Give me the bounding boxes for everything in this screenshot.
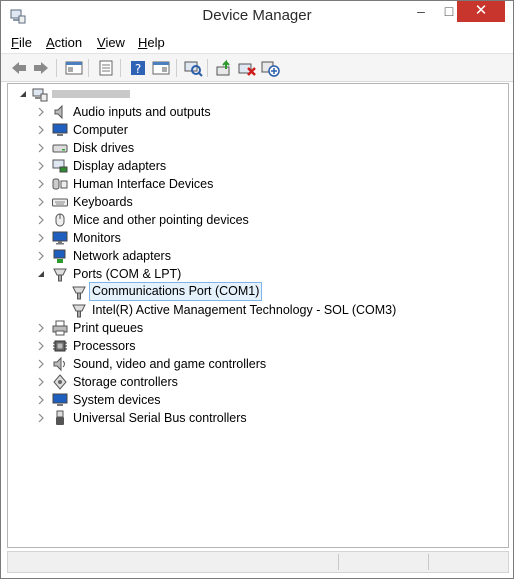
expand-arrow-icon[interactable] bbox=[36, 319, 46, 337]
tree-item-usb[interactable]: Universal Serial Bus controllers bbox=[8, 409, 498, 427]
mouse-icon bbox=[55, 213, 65, 227]
back-icon[interactable] bbox=[9, 59, 29, 77]
monitor-icon bbox=[52, 231, 68, 245]
collapse-arrow-icon[interactable] bbox=[18, 85, 28, 103]
keyboard-icon bbox=[52, 198, 68, 207]
tree-item-ports[interactable]: Ports (COM & LPT) bbox=[8, 265, 498, 283]
tree-item-label: Keyboards bbox=[73, 195, 133, 209]
device-tree[interactable]: Audio inputs and outputs Computer Disk d… bbox=[7, 83, 509, 548]
tree-item-label: Human Interface Devices bbox=[73, 177, 214, 191]
tree-item-monitors[interactable]: Monitors bbox=[8, 229, 498, 247]
menu-help[interactable]: Help bbox=[138, 35, 165, 50]
network-adapter-icon bbox=[53, 249, 66, 263]
minimize-button[interactable]: – bbox=[407, 1, 435, 22]
add-legacy-hardware-icon[interactable] bbox=[260, 59, 280, 77]
show-hide-console-tree-icon[interactable] bbox=[64, 59, 84, 77]
tree-item-label: Mice and other pointing devices bbox=[73, 213, 249, 227]
expand-arrow-icon[interactable] bbox=[36, 175, 46, 193]
expand-arrow-icon[interactable] bbox=[36, 103, 46, 121]
tree-item-mice[interactable]: Mice and other pointing devices bbox=[8, 211, 498, 229]
tree-item-label-selected: Communications Port (COM1) bbox=[89, 282, 263, 301]
tree-item-hid[interactable]: Human Interface Devices bbox=[8, 175, 498, 193]
tree-item-label: Storage controllers bbox=[73, 375, 178, 389]
hid-icon bbox=[52, 178, 68, 190]
system-devices-icon bbox=[52, 393, 68, 406]
status-divider bbox=[428, 554, 429, 570]
tree-item-audio[interactable]: Audio inputs and outputs bbox=[8, 103, 498, 121]
tree-root[interactable] bbox=[8, 85, 208, 103]
tree-item-storage-controllers[interactable]: Storage controllers bbox=[8, 373, 498, 391]
tree-item-label: Display adapters bbox=[73, 159, 167, 173]
forward-icon[interactable] bbox=[31, 59, 51, 77]
tree-item-label: System devices bbox=[73, 393, 161, 407]
device-manager-window: Device Manager – □ ✕ File Action View He… bbox=[0, 0, 514, 579]
expand-arrow-icon[interactable] bbox=[36, 337, 46, 355]
disk-drive-icon bbox=[52, 144, 68, 153]
tree-item-label: Sound, video and game controllers bbox=[73, 357, 267, 371]
tree-item-label: Disk drives bbox=[73, 141, 135, 155]
processor-icon bbox=[53, 340, 67, 352]
expand-arrow-icon[interactable] bbox=[36, 193, 46, 211]
expand-arrow-icon[interactable] bbox=[36, 373, 46, 391]
tree-item-network-adapters[interactable]: Network adapters bbox=[8, 247, 498, 265]
tree-item-sound-video[interactable]: Sound, video and game controllers bbox=[8, 355, 498, 373]
tree-item-label: Processors bbox=[73, 339, 136, 353]
svg-text:?: ? bbox=[135, 62, 141, 76]
tree-item-label: Computer bbox=[73, 123, 128, 137]
tree-item-label: Ports (COM & LPT) bbox=[73, 267, 182, 281]
tree-item-keyboards[interactable]: Keyboards bbox=[8, 193, 498, 211]
tree-item-label: Universal Serial Bus controllers bbox=[73, 411, 247, 425]
computer-icon bbox=[52, 123, 68, 136]
help-icon[interactable]: ? bbox=[128, 59, 148, 77]
tree-item-computer[interactable]: Computer bbox=[8, 121, 498, 139]
expand-arrow-icon[interactable] bbox=[36, 391, 46, 409]
tree-item-label: Print queues bbox=[73, 321, 144, 335]
usb-icon bbox=[56, 410, 64, 425]
display-adapter-icon bbox=[52, 159, 68, 173]
status-divider bbox=[338, 554, 339, 570]
uninstall-device-icon[interactable] bbox=[237, 59, 257, 77]
menu-bar: File Action View Help bbox=[1, 32, 513, 53]
update-driver-icon[interactable] bbox=[214, 59, 234, 77]
expand-arrow-icon[interactable] bbox=[36, 211, 46, 229]
show-action-pane-icon[interactable] bbox=[151, 59, 171, 77]
close-button[interactable]: ✕ bbox=[457, 1, 505, 22]
expand-arrow-icon[interactable] bbox=[36, 247, 46, 265]
expand-arrow-icon[interactable] bbox=[36, 409, 46, 427]
tree-item-com1[interactable]: Communications Port (COM1) bbox=[8, 282, 498, 301]
tree-item-system-devices[interactable]: System devices bbox=[8, 391, 498, 409]
menu-view[interactable]: View bbox=[97, 35, 125, 50]
tree-item-processors[interactable]: Processors bbox=[8, 337, 498, 355]
computer-root-icon bbox=[32, 88, 48, 102]
tree-item-label: Monitors bbox=[73, 231, 121, 245]
tree-item-label: Intel(R) Active Management Technology - … bbox=[92, 303, 397, 317]
expand-arrow-icon[interactable] bbox=[36, 355, 46, 373]
tree-item-disk-drives[interactable]: Disk drives bbox=[8, 139, 498, 157]
menu-action[interactable]: Action bbox=[46, 35, 82, 50]
redacted-computer-name bbox=[52, 90, 130, 98]
expand-arrow-icon[interactable] bbox=[36, 121, 46, 139]
speaker-icon bbox=[54, 104, 63, 120]
tree-item-display-adapters[interactable]: Display adapters bbox=[8, 157, 498, 175]
status-bar bbox=[7, 551, 509, 573]
properties-icon[interactable] bbox=[96, 59, 116, 77]
printer-icon bbox=[52, 320, 68, 336]
tree-item-label: Network adapters bbox=[73, 249, 171, 263]
port-icon bbox=[53, 268, 67, 282]
tree-item-print-queues[interactable]: Print queues bbox=[8, 319, 498, 337]
sound-controller-icon bbox=[53, 356, 65, 372]
expand-arrow-icon[interactable] bbox=[36, 157, 46, 175]
tree-item-label: Audio inputs and outputs bbox=[73, 105, 211, 119]
expand-arrow-icon[interactable] bbox=[36, 229, 46, 247]
port-icon bbox=[72, 304, 86, 318]
storage-controller-icon bbox=[53, 374, 67, 390]
port-icon bbox=[72, 286, 86, 300]
expand-arrow-icon[interactable] bbox=[36, 139, 46, 157]
tree-item-com3[interactable]: Intel(R) Active Management Technology - … bbox=[8, 301, 498, 319]
title-bar[interactable]: Device Manager – □ ✕ bbox=[1, 1, 513, 32]
toolbar: ? bbox=[1, 53, 513, 82]
menu-file[interactable]: File bbox=[11, 35, 32, 50]
collapse-arrow-icon[interactable] bbox=[36, 265, 46, 283]
scan-hardware-changes-icon[interactable] bbox=[183, 59, 203, 77]
